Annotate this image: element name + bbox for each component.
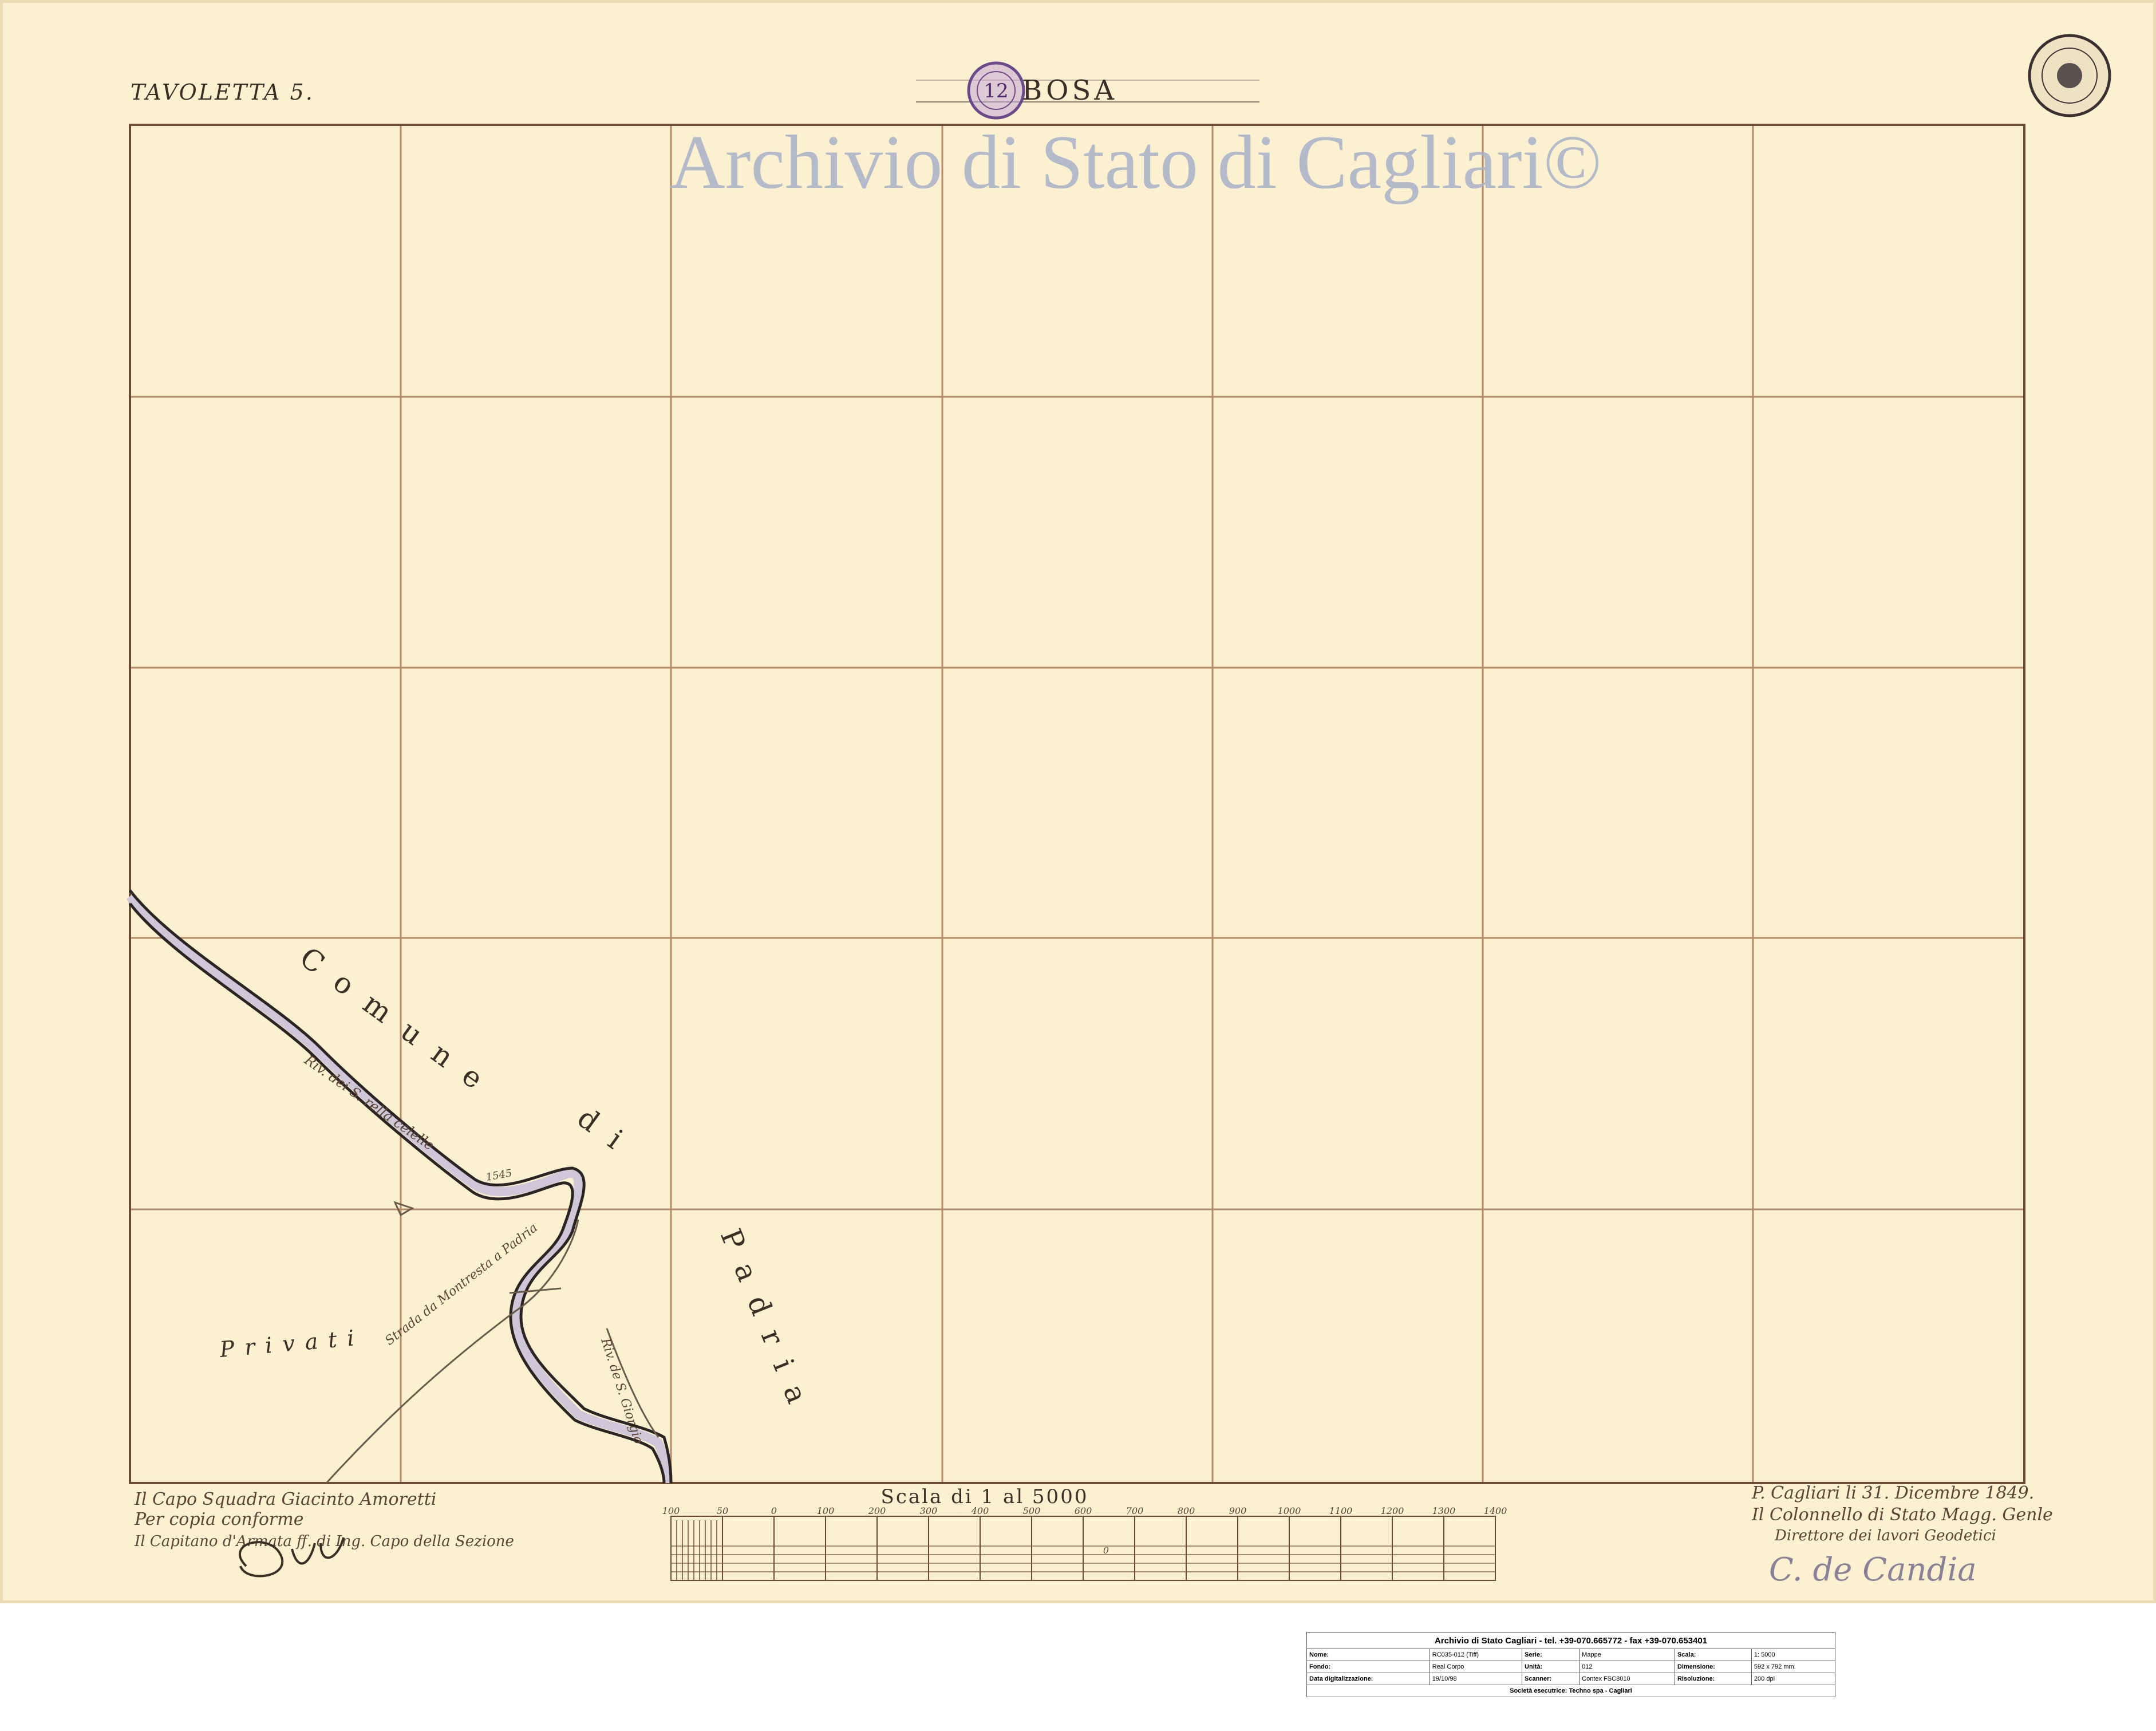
info-key: Unità:: [1522, 1661, 1580, 1673]
scale-tick-label: 600: [1075, 1505, 1092, 1516]
scale-tick-label: 200: [868, 1505, 886, 1516]
scale-tick-label: 800: [1178, 1505, 1195, 1516]
scale-tick-label: 1000: [1278, 1505, 1301, 1516]
table-row: Fondo: Real Corpo Unità: 012 Dimensione:…: [1306, 1661, 1836, 1673]
info-key: Risoluzione:: [1674, 1673, 1752, 1685]
corner-seal: [2028, 34, 2111, 117]
info-value: 1: 5000: [1751, 1649, 1836, 1661]
archive-info-table: Archivio di Stato Cagliari - tel. +39-07…: [1306, 1632, 1836, 1697]
signature-left-3: Il Capitano d'Armata ff. di Ing. Capo de…: [134, 1533, 514, 1550]
paper-background: [0, 0, 2156, 1603]
info-key: Data digitalizzazione:: [1306, 1673, 1430, 1685]
scale-tick-label: 1100: [1329, 1505, 1353, 1516]
tavoletta-label: TAVOLETTA 5.: [131, 80, 314, 105]
scale-tick-label: 1200: [1381, 1505, 1404, 1516]
scale-tick-label: 400: [971, 1505, 989, 1516]
info-value: 012: [1579, 1661, 1675, 1673]
info-key: Dimensione:: [1674, 1661, 1752, 1673]
scale-tick-label: 100: [817, 1505, 835, 1516]
scale-title: Scala di 1 al 5000: [881, 1485, 1089, 1508]
scale-tick-label: 1400: [1484, 1505, 1507, 1516]
scale-tick-label: 50: [717, 1505, 728, 1516]
info-key: Serie:: [1522, 1649, 1580, 1661]
info-value: Contex FSC8010: [1579, 1673, 1675, 1685]
signature-left-1: Il Capo Squadra Giacinto Amoretti: [134, 1489, 436, 1509]
scale-middle-digit: 0: [1103, 1545, 1109, 1556]
map-sheet: TAVOLETTA 5. 12 BOSA Archivio di Stato d…: [0, 0, 2156, 1603]
info-value: 200 dpi: [1751, 1673, 1836, 1685]
info-key: Scala:: [1674, 1649, 1752, 1661]
info-value: Real Corpo: [1429, 1661, 1523, 1673]
signature-right-2: Il Colonnello di Stato Magg. Genle: [1751, 1505, 2053, 1525]
table-row: Nome: RC035-012 (Tiff) Serie: Mappe Scal…: [1306, 1649, 1836, 1661]
scale-tick-label: 0: [771, 1505, 777, 1516]
info-key: Scanner:: [1522, 1673, 1580, 1685]
info-key: Fondo:: [1306, 1661, 1430, 1673]
info-key: Nome:: [1306, 1649, 1430, 1661]
info-value: Mappe: [1579, 1649, 1675, 1661]
place-name: BOSA: [1022, 74, 1118, 107]
scale-tick-label: 300: [920, 1505, 938, 1516]
info-header: Archivio di Stato Cagliari - tel. +39-07…: [1306, 1632, 1835, 1649]
signature-left-2: Per copia conforme: [134, 1509, 303, 1529]
scale-tick-label: 500: [1023, 1505, 1041, 1516]
scale-tick-label: 100: [662, 1505, 680, 1516]
info-value: 19/10/98: [1429, 1673, 1523, 1685]
scale-tick-label: 900: [1229, 1505, 1247, 1516]
info-value: 592 x 792 mm.: [1751, 1661, 1836, 1673]
scale-tick-label: 1300: [1432, 1505, 1456, 1516]
signature-right-1: P. Cagliari li 31. Dicembre 1849.: [1751, 1483, 2034, 1503]
stamp-number: 12: [984, 80, 1008, 102]
table-row: Data digitalizzazione: 19/10/98 Scanner:…: [1306, 1673, 1836, 1685]
watermark-text: Archivio di Stato di Cagliari©: [670, 120, 1602, 204]
info-footer: Società esecutrice: Techno spa - Cagliar…: [1306, 1685, 1835, 1697]
scale-tick-label: 700: [1126, 1505, 1144, 1516]
signature-right-name: C. de Candia: [1769, 1551, 1977, 1588]
archive-stamp: 12: [967, 61, 1025, 120]
info-value: RC035-012 (Tiff): [1429, 1649, 1523, 1661]
signature-right-3: Direttore dei lavori Geodetici: [1774, 1527, 1996, 1544]
